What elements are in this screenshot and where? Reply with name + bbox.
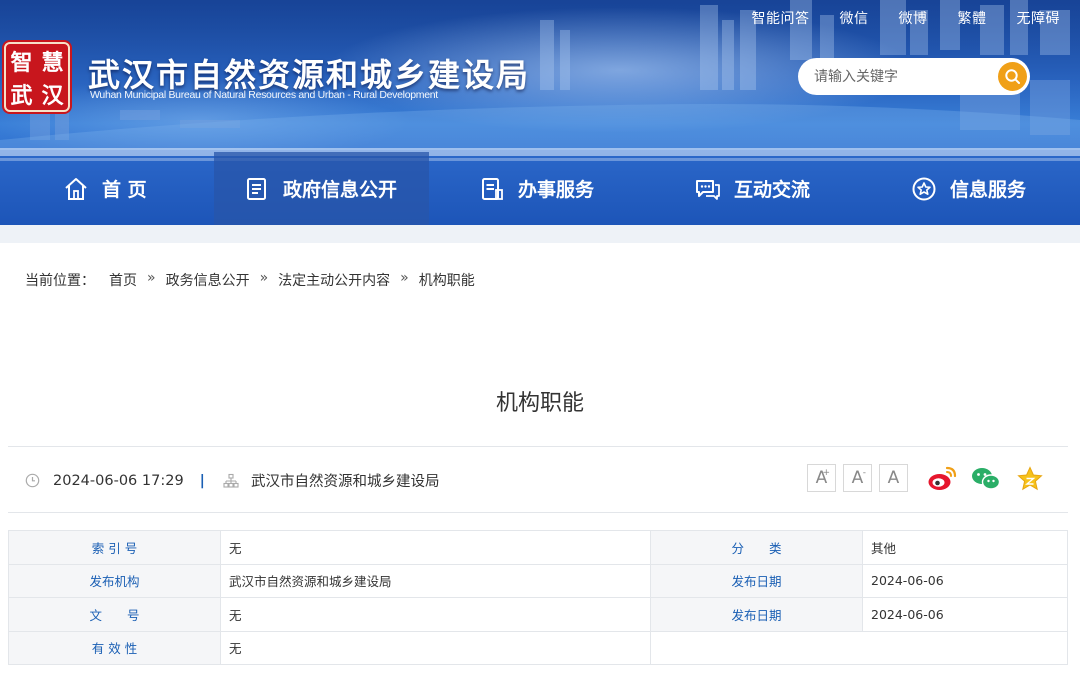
weibo-icon — [928, 466, 957, 490]
nav-item-home[interactable]: 首 页 — [62, 152, 147, 225]
main-nav: 首 页 政府信息公开 办事服务 互动交流 信息服务 — [0, 152, 1080, 225]
nav-item-label: 信息服务 — [950, 179, 1027, 201]
chat-icon — [696, 179, 720, 200]
top-link-wechat[interactable]: 微信 — [840, 8, 869, 28]
document-icon — [247, 177, 266, 200]
divider — [8, 446, 1068, 447]
info-label-publish-date: 发布日期 — [650, 563, 863, 598]
logo-char: 汉 — [41, 82, 64, 109]
nav-item-gov-info[interactable]: 政府信息公开 — [214, 152, 429, 225]
font-size-label: A — [851, 468, 864, 488]
info-empty-cell — [650, 630, 1068, 665]
info-value-publish-date: 2024-06-06 — [862, 563, 1068, 598]
wechat-icon — [972, 468, 1001, 490]
logo-char: 智 — [10, 49, 33, 76]
info-value-publish-date: 2024-06-06 — [862, 597, 1068, 632]
nav-item-label: 办事服务 — [518, 179, 595, 201]
breadcrumb-link-statutory[interactable]: 法定主动公开内容 — [278, 270, 390, 290]
clock-icon — [25, 473, 40, 488]
top-link-weibo[interactable]: 微博 — [899, 8, 928, 28]
info-value-publisher: 武汉市自然资源和城乡建设局 — [220, 563, 651, 598]
logo-char: 慧 — [41, 49, 64, 76]
table-row: 索 引 号 无 分 类 其他 — [8, 530, 1068, 565]
breadcrumb-link-gov-info[interactable]: 政务信息公开 — [166, 270, 250, 290]
site-logo[interactable]: 智 慧 武 汉 — [4, 42, 70, 112]
table-row: 发布机构 武汉市自然资源和城乡建设局 发布日期 2024-06-06 — [8, 563, 1068, 598]
info-label-publisher: 发布机构 — [8, 563, 221, 598]
site-subtitle: Wuhan Municipal Bureau of Natural Resour… — [90, 89, 438, 101]
favorite-button[interactable] — [1015, 464, 1045, 494]
table-row: 有 效 性 无 — [8, 630, 1068, 665]
search-icon — [1005, 69, 1020, 84]
nav-item-interaction[interactable]: 互动交流 — [694, 152, 810, 225]
favorite-star-icon — [1017, 466, 1043, 491]
nav-item-label: 政府信息公开 — [283, 179, 398, 201]
header-divider-band — [0, 225, 1080, 243]
info-value-category: 其他 — [862, 530, 1068, 565]
organization-icon — [223, 473, 239, 488]
home-icon — [65, 177, 87, 200]
star-circle-icon — [912, 177, 936, 200]
top-link-traditional[interactable]: 繁體 — [958, 8, 987, 28]
publish-datetime: 2024-06-06 17:29 — [53, 472, 184, 489]
share-wechat-button[interactable] — [971, 464, 1001, 494]
service-doc-icon — [482, 177, 503, 200]
nav-item-info-service[interactable]: 信息服务 — [910, 152, 1026, 225]
info-value-index: 无 — [220, 530, 651, 565]
publish-source: 武汉市自然资源和城乡建设局 — [250, 474, 440, 490]
share-weibo-button[interactable] — [927, 464, 957, 494]
nav-item-services[interactable]: 办事服务 — [478, 152, 594, 225]
breadcrumb-separator: » — [259, 270, 269, 286]
font-reset-button[interactable]: A — [879, 464, 908, 492]
site-header: 智能问答 微信 微博 繁體 无障碍 智 慧 武 汉 武汉市自然资源和城乡建设局 … — [0, 0, 1080, 225]
font-increase-button[interactable]: A + — [807, 464, 836, 492]
nav-item-label: 互动交流 — [734, 179, 811, 201]
divider — [8, 512, 1068, 513]
top-links: 智能问答 微信 微博 繁體 无障碍 — [722, 8, 1061, 28]
nav-item-label: 首 页 — [102, 179, 147, 201]
info-label-index: 索 引 号 — [8, 530, 221, 565]
top-link-accessibility[interactable]: 无障碍 — [1017, 8, 1061, 28]
info-table: 索 引 号 无 分 类 其他 发布机构 武汉市自然资源和城乡建设局 发布日期 2… — [8, 530, 1068, 665]
font-decrease-button[interactable]: A- — [843, 464, 872, 492]
breadcrumb-separator: » — [400, 270, 409, 286]
search-button[interactable] — [998, 62, 1027, 91]
breadcrumb-current[interactable]: 机构职能 — [419, 270, 475, 290]
article-meta: 2024-06-06 17:29 | 武汉市自然资源和城乡建设局 — [25, 470, 439, 491]
top-link-smart-qa[interactable]: 智能问答 — [752, 8, 810, 28]
info-value-validity: 无 — [220, 630, 651, 665]
info-label-category: 分 类 — [650, 530, 863, 565]
breadcrumb-prefix: 当前位置： — [25, 273, 95, 289]
breadcrumb: 当前位置： 首页 » 政务信息公开 » 法定主动公开内容 » 机构职能 — [25, 270, 485, 290]
logo-char: 武 — [10, 82, 33, 109]
info-label-doc-number: 文 号 — [8, 597, 221, 632]
search-input[interactable] — [814, 66, 984, 88]
breadcrumb-link-home[interactable]: 首页 — [109, 270, 137, 290]
font-size-label: A — [887, 468, 900, 488]
page-title: 机构职能 — [495, 391, 584, 416]
font-size-controls: A + A- A — [807, 464, 908, 492]
meta-divider: | — [199, 472, 205, 489]
table-row: 文 号 无 发布日期 2024-06-06 — [8, 597, 1068, 632]
search-box — [798, 58, 1030, 95]
breadcrumb-separator: » — [147, 270, 156, 286]
info-label-publish-date: 发布日期 — [650, 597, 863, 632]
info-label-validity: 有 效 性 — [8, 630, 221, 665]
info-value-doc-number: 无 — [220, 597, 651, 632]
